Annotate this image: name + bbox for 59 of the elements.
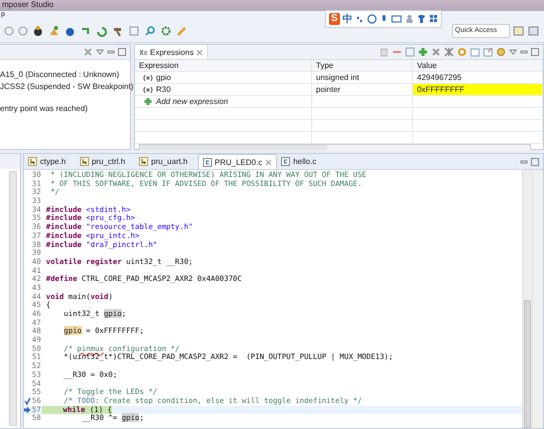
column-header[interactable]: Expression: [135, 60, 312, 71]
file-tab[interactable]: hello.c: [277, 154, 326, 169]
vertical-scrollbar[interactable]: [522, 170, 532, 428]
file-tab[interactable]: pru_ctrl.h: [76, 154, 136, 169]
expressions-tab[interactable]: Expressions: [135, 45, 208, 59]
table-cell: unsigned int: [316, 73, 360, 82]
file-tab[interactable]: ctype.h: [24, 154, 76, 169]
value-cell: 0xFFFFFFFF: [413, 84, 543, 95]
file-tab[interactable]: pru_uart.h: [135, 154, 198, 169]
file-tab[interactable]: PRU_LED0.c: [198, 154, 278, 169]
source-file-icon: [281, 157, 290, 166]
refresh-icon[interactable]: [96, 24, 108, 36]
minimize-icon[interactable]: [520, 158, 528, 166]
variables-icon: [139, 48, 148, 56]
new-window-icon[interactable]: [470, 47, 480, 57]
microphone-icon[interactable]: [380, 14, 388, 24]
dots-icon[interactable]: [356, 14, 364, 24]
ime-mode[interactable]: 中: [342, 12, 353, 26]
shirt-icon[interactable]: [416, 14, 426, 24]
circle-icon[interactable]: [4, 26, 14, 36]
maximize-icon[interactable]: [531, 48, 539, 56]
maximize-icon[interactable]: [531, 158, 539, 166]
debug-tree-item[interactable]: A15_0 (Disconnected : Unknown): [0, 70, 120, 79]
circle-icon[interactable]: [18, 26, 28, 36]
source-file-icon: [202, 158, 212, 166]
minimize-icon[interactable]: [520, 48, 528, 56]
debug-tree-item[interactable]: entry point was reached): [0, 104, 88, 113]
close-icon[interactable]: [196, 48, 203, 56]
add-expression-item[interactable]: Add new expression: [156, 97, 228, 106]
minimize-icon[interactable]: [107, 48, 115, 56]
keyboard-icon[interactable]: [390, 14, 402, 24]
remove-icon[interactable]: [431, 47, 441, 57]
search-icon[interactable]: [144, 24, 156, 36]
grid-icon[interactable]: [428, 14, 438, 24]
variable-icon: [143, 74, 153, 82]
maximize-icon[interactable]: [118, 48, 126, 56]
column-header[interactable]: Value: [413, 60, 543, 71]
column-header[interactable]: Type: [312, 60, 413, 71]
plus-icon: [143, 97, 153, 106]
view-menu-icon[interactable]: [96, 48, 104, 56]
gear-icon[interactable]: [160, 24, 172, 36]
header-file-icon: [80, 157, 89, 166]
table-cell: pointer: [316, 85, 340, 94]
variable-icon: [143, 86, 153, 94]
window-icon[interactable]: [128, 24, 140, 36]
expression-name: gpio: [156, 73, 172, 82]
view-menu-icon[interactable]: [509, 48, 517, 56]
perspective-icon[interactable]: [528, 24, 540, 36]
window-title: mposer Studio: [2, 0, 54, 9]
expression-name: R30: [156, 85, 171, 94]
header-file-icon: [139, 157, 148, 166]
close-icon[interactable]: [265, 158, 272, 166]
pencil-icon[interactable]: [176, 24, 188, 36]
debug-tree-item[interactable]: JCSS2 (Suspended - SW Breakpoint): [0, 82, 134, 90]
perspective-icon[interactable]: [513, 24, 525, 36]
vertical-scrollbar[interactable]: [9, 171, 17, 426]
header-file-icon: [28, 157, 37, 166]
value-cell: 4294967295: [413, 72, 543, 83]
plus-icon[interactable]: [418, 47, 428, 57]
